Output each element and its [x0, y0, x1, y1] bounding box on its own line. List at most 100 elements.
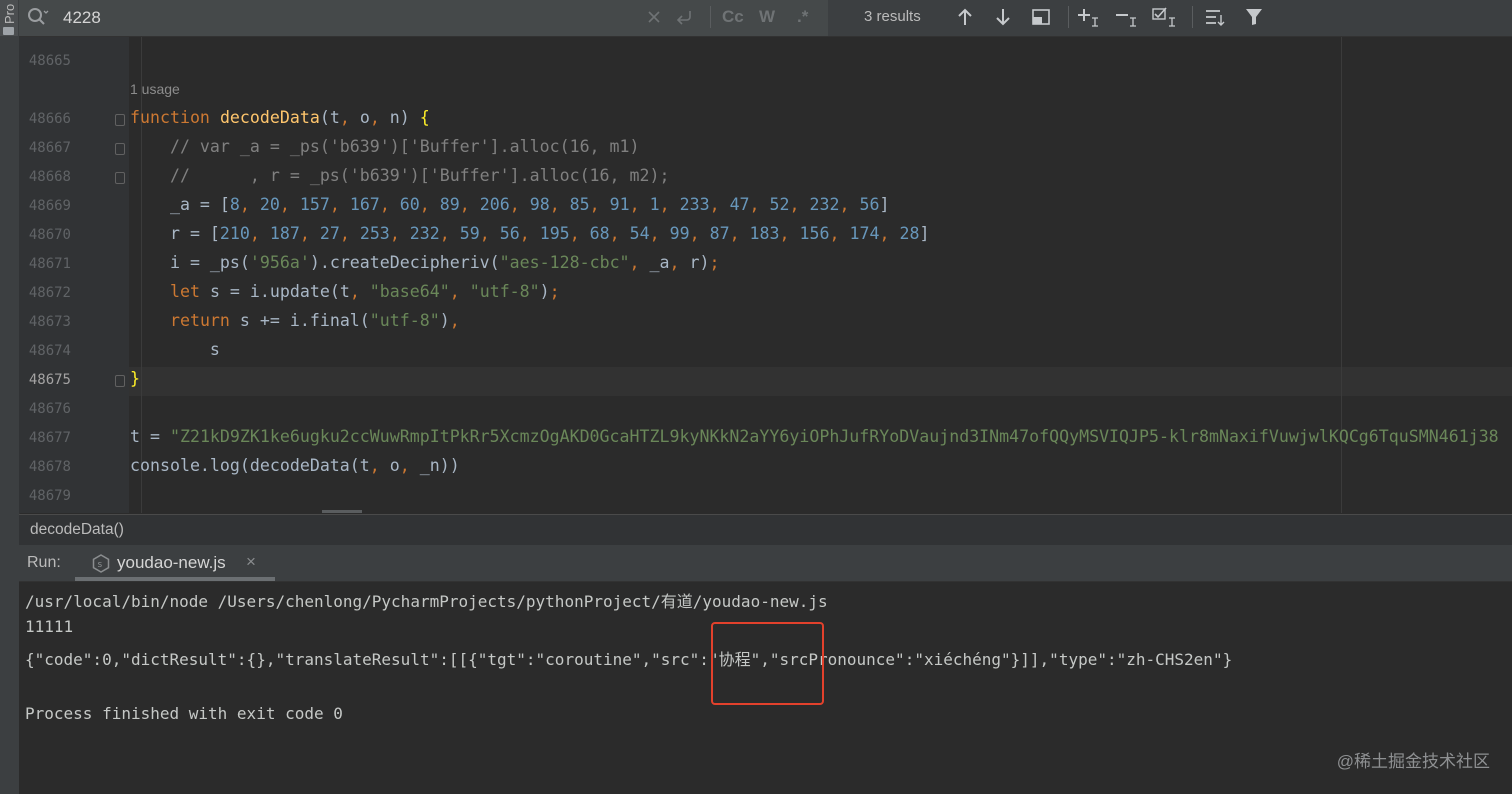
code-line-48673: return s += i.final("utf-8"),	[130, 311, 460, 330]
keyword: let	[169, 282, 200, 301]
close-icon[interactable]: ×	[246, 552, 256, 572]
number-literal: 210	[219, 224, 250, 243]
search-input[interactable]	[61, 6, 625, 30]
match-case-button[interactable]: Cc	[722, 5, 744, 29]
clear-search-icon[interactable]	[647, 5, 661, 29]
comma: ,	[349, 282, 360, 301]
usage-hint[interactable]: 1 usage	[130, 81, 180, 97]
keyword: function	[130, 108, 210, 127]
number-literal: 1	[649, 195, 660, 214]
previous-occurrence-icon[interactable]	[952, 5, 978, 29]
regex-button[interactable]: .*	[797, 5, 808, 29]
code-token: ]	[919, 224, 930, 243]
number-literal: 167	[349, 195, 380, 214]
whole-words-button[interactable]: W	[759, 5, 775, 29]
search-field-area: Cc W .*	[19, 0, 828, 36]
line-number[interactable]: 48677	[19, 430, 71, 446]
line-number[interactable]: 48669	[19, 198, 71, 214]
line-number[interactable]: 48666	[19, 111, 71, 127]
comma: ,	[299, 224, 320, 243]
fold-toggle-icon[interactable]	[115, 114, 125, 126]
comma: ,	[569, 224, 590, 243]
number-literal: 98	[529, 195, 550, 214]
console-line: Process finished with exit code 0	[25, 704, 343, 723]
line-number[interactable]: 48678	[19, 459, 71, 475]
number-literal: 8	[229, 195, 240, 214]
breadcrumb-item[interactable]: decodeData()	[30, 521, 124, 539]
code-token: _a	[639, 253, 670, 272]
code-editor[interactable]: 48665 48666 48667 48668 48669 48670 4867…	[19, 37, 1512, 513]
number-literal: 85	[569, 195, 590, 214]
search-results-count: 3 results	[864, 8, 921, 25]
nodejs-icon: s	[92, 554, 110, 578]
run-tab-title[interactable]: youdao-new.js	[117, 553, 226, 573]
search-icon[interactable]	[27, 7, 49, 32]
filter-icon[interactable]	[1241, 5, 1267, 29]
fold-toggle-icon[interactable]	[115, 143, 125, 155]
comma: ,	[419, 195, 440, 214]
line-number[interactable]: 48679	[19, 488, 71, 504]
comma: ,	[329, 195, 350, 214]
run-tab[interactable]: s youdao-new.js ×	[75, 545, 275, 581]
line-number[interactable]: 48672	[19, 285, 71, 301]
number-literal: 174	[849, 224, 880, 243]
line-number[interactable]: 48665	[19, 53, 71, 69]
number-literal: 99	[669, 224, 690, 243]
add-occurrence-icon[interactable]	[1076, 5, 1102, 29]
next-occurrence-icon[interactable]	[990, 5, 1016, 29]
code-token: _n))	[409, 456, 460, 475]
fold-toggle-icon[interactable]	[115, 375, 125, 387]
remove-occurrence-icon[interactable]	[1114, 5, 1140, 29]
horizontal-scrollbar-thumb[interactable]	[322, 510, 362, 513]
project-tab[interactable]: Pro	[0, 0, 18, 36]
breadcrumb: decodeData()	[19, 514, 1512, 545]
comma: ,	[239, 195, 260, 214]
number-literal: 52	[769, 195, 790, 214]
fold-toggle-icon[interactable]	[115, 172, 125, 184]
run-console-output[interactable]: /usr/local/bin/node /Users/chenlong/Pych…	[19, 582, 1512, 794]
comma: ,	[459, 195, 480, 214]
number-literal: 157	[299, 195, 330, 214]
line-number[interactable]: 48673	[19, 314, 71, 330]
line-number[interactable]: 48667	[19, 140, 71, 156]
number-literal: 183	[749, 224, 780, 243]
code-line-48670: r = [210, 187, 27, 253, 232, 59, 56, 195…	[130, 224, 929, 243]
comma: ,	[749, 195, 770, 214]
comma: ,	[879, 224, 900, 243]
line-number[interactable]: 48671	[19, 256, 71, 272]
number-literal: 27	[319, 224, 340, 243]
separator	[710, 6, 711, 28]
line-number-current[interactable]: 48675	[19, 372, 71, 388]
line-number[interactable]: 48674	[19, 343, 71, 359]
select-all-occurrences-check-icon[interactable]	[1152, 5, 1178, 29]
number-literal: 187	[269, 224, 300, 243]
code-token: s = i.update(t	[199, 282, 350, 301]
comma: ,	[779, 224, 800, 243]
number-literal: 20	[259, 195, 280, 214]
line-number[interactable]: 48676	[19, 401, 71, 417]
number-literal: 156	[799, 224, 830, 243]
comma: ,	[379, 195, 400, 214]
active-tab-indicator	[75, 577, 275, 581]
line-number[interactable]: 48668	[19, 169, 71, 185]
code-line-48669: _a = [8, 20, 157, 167, 60, 89, 206, 98, …	[130, 195, 890, 214]
search-history-icon[interactable]	[675, 5, 695, 29]
filter-search-results-icon[interactable]	[1203, 5, 1229, 29]
code-line-48668: // , r = _ps('b639')['Buffer'].alloc(16,…	[130, 166, 670, 185]
line-number[interactable]: 48670	[19, 227, 71, 243]
comma: ,	[249, 224, 270, 243]
keyword: return	[169, 311, 230, 330]
number-literal: 47	[729, 195, 750, 214]
select-all-occurrences-icon[interactable]	[1028, 5, 1054, 29]
comma: ,	[609, 224, 630, 243]
comma: ,	[589, 195, 610, 214]
code-token: _a = [	[130, 195, 230, 214]
comma: ,	[669, 253, 680, 272]
string-literal: "Z21kD9ZK1ke6ugku2ccWuwRmpItPkRr5XcmzOgA…	[169, 427, 1499, 446]
code-token: ]	[879, 195, 890, 214]
code-line-48675: }	[130, 369, 140, 388]
code-token: n)	[379, 108, 420, 127]
current-line-highlight	[129, 367, 1512, 396]
project-tool-strip[interactable]: Pro	[0, 0, 20, 794]
run-panel-header: Run: s youdao-new.js ×	[19, 545, 1512, 582]
